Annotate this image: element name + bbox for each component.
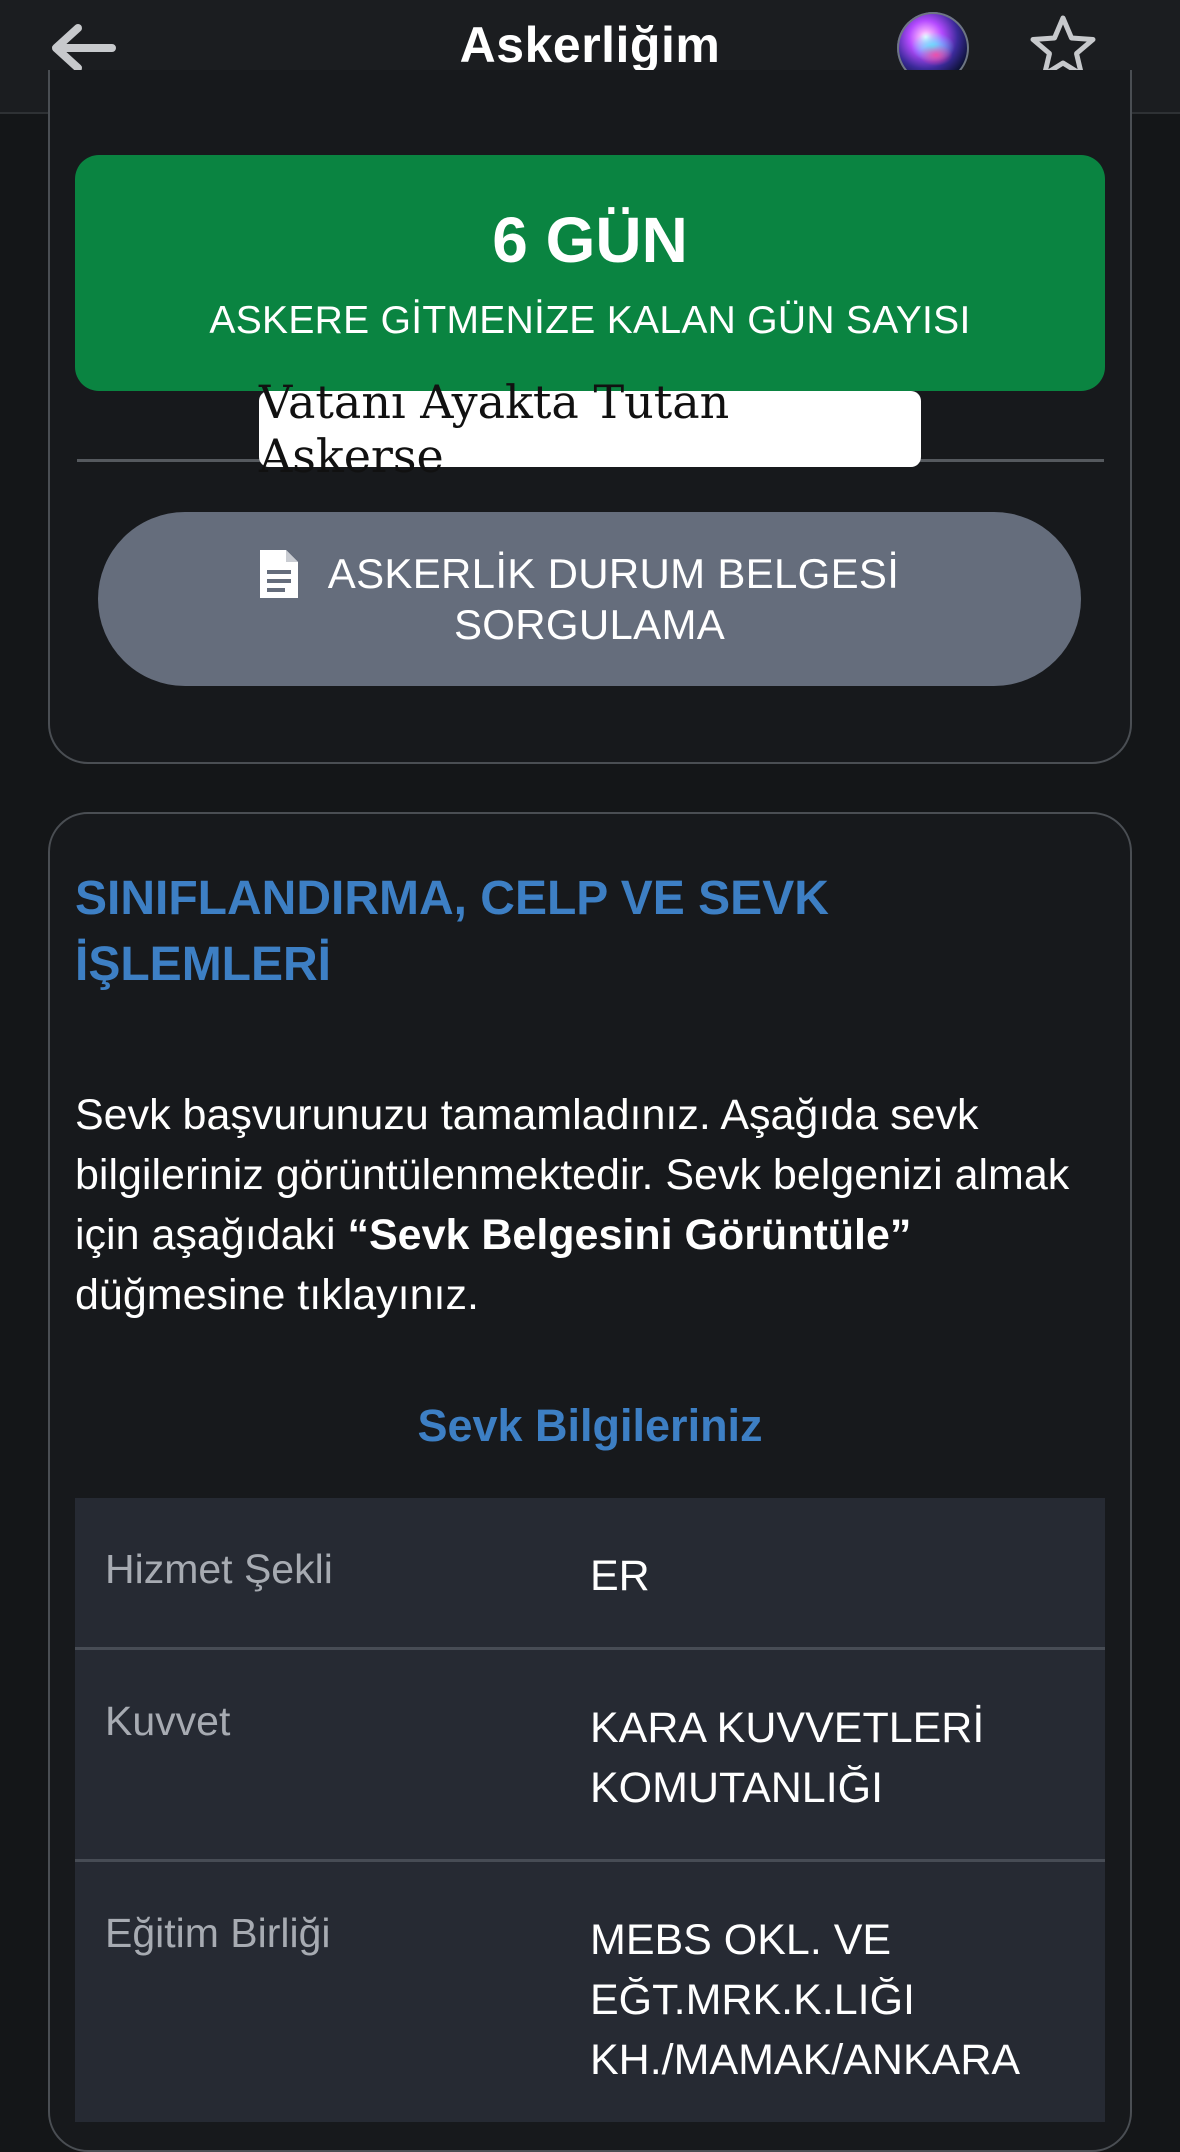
row-value: KARA KUVVETLERİ KOMUTANLIĞI xyxy=(590,1698,1090,1818)
table-row: Eğitim Birliği MEBS OKL. VE EĞT.MRK.K.LI… xyxy=(75,1862,1105,2122)
countdown-banner: 6 GÜN ASKERE GİTMENİZE KALAN GÜN SAYISI xyxy=(75,155,1105,391)
section-title-line2: İŞLEMLERİ xyxy=(75,938,332,991)
row-value-line: KH./MAMAK/ANKARA xyxy=(590,2036,1021,2084)
dispatch-info-table: Hizmet Şekli ER Kuvvet KARA KUVVETLERİ K… xyxy=(75,1498,1105,2122)
military-status-document-button[interactable]: ASKERLİK DURUM BELGESİ SORGULAMA xyxy=(98,512,1081,686)
page-title: Askerliğim xyxy=(459,17,721,73)
body-text-bold: “Sevk Belgesini Görüntüle” xyxy=(347,1211,912,1259)
dispatch-info-title: Sevk Bilgileriniz xyxy=(417,1400,763,1451)
row-value-line: KARA KUVVETLERİ xyxy=(590,1704,985,1752)
table-row: Hizmet Şekli ER xyxy=(75,1498,1105,1650)
row-key: Eğitim Birliği xyxy=(105,1910,331,1956)
row-value: MEBS OKL. VE EĞT.MRK.K.LIĞI KH./MAMAK/AN… xyxy=(590,1910,1090,2090)
document-button-label: ASKERLİK DURUM BELGESİ SORGULAMA xyxy=(98,548,1081,650)
row-value-line: EĞT.MRK.K.LIĞI xyxy=(590,1976,915,2024)
body-text-part2: düğmesine tıklayınız. xyxy=(75,1271,479,1319)
document-button-line2: SORGULAMA xyxy=(453,601,726,648)
row-value-line: KOMUTANLIĞI xyxy=(590,1764,884,1812)
table-row: Kuvvet KARA KUVVETLERİ KOMUTANLIĞI xyxy=(75,1650,1105,1862)
dispatch-info-text: Sevk başvurunuzu tamamladınız. Aşağıda s… xyxy=(75,1085,1115,1325)
watermark-caption: Vatanı Ayakta Tutan Askerse xyxy=(259,375,921,483)
row-value-line: ER xyxy=(590,1552,650,1600)
document-button-line1: ASKERLİK DURUM BELGESİ xyxy=(327,550,900,597)
row-key: Hizmet Şekli xyxy=(105,1546,333,1592)
row-value: ER xyxy=(590,1546,1090,1606)
row-key: Kuvvet xyxy=(105,1698,231,1744)
row-value-line: MEBS OKL. VE xyxy=(590,1916,892,1964)
countdown-days: 6 GÜN xyxy=(492,204,688,276)
countdown-label: ASKERE GİTMENİZE KALAN GÜN SAYISI xyxy=(209,299,971,342)
section-title-line1: SINIFLANDIRMA, CELP VE SEVK xyxy=(75,872,829,925)
section-title: SINIFLANDIRMA, CELP VE SEVK İŞLEMLERİ xyxy=(75,866,1035,998)
